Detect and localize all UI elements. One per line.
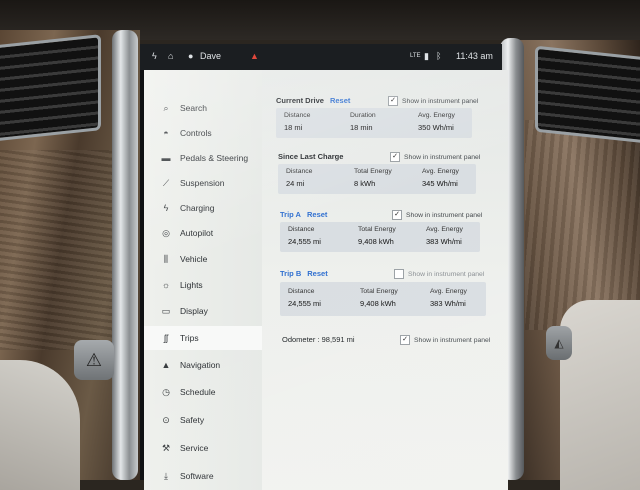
checkbox-checked-icon: ✓ [390, 152, 400, 162]
trip-b-card: Distance 24,555 mi Total Energy 9,408 kWh … [280, 282, 486, 316]
since-last-charge-show-checkbox[interactable]: ✓ Show in instrument panel [390, 152, 480, 162]
trips-content: Current Drive Reset ✓ Show in instrument p… [262, 70, 508, 490]
sidebar-item-autopilot[interactable]: ◎ Autopilot [144, 221, 262, 245]
car-icon: ▬ [161, 153, 171, 163]
stat-cell: Avg. Energy 350 Wh/mi [418, 112, 455, 132]
trip-a-title: Trip A Reset [280, 210, 328, 219]
touchscreen: ϟ ⌂ ● Dave ▲ LTE ▮ ᛒ 11:43 am ⌕ Search ◓ C… [140, 44, 508, 490]
sidebar-item-lights[interactable]: ☼ Lights [144, 273, 262, 297]
stat-cell: Avg. Energy 383 Wh/mi [426, 226, 463, 246]
stat-cell: Avg. Energy 345 Wh/mi [422, 168, 459, 188]
air-vent-right [535, 45, 640, 145]
search-icon: ⌕ [163, 102, 169, 113]
user-icon: ● [188, 51, 194, 61]
trip-a-reset-button[interactable]: Reset [307, 210, 327, 219]
stat-cell: Duration 18 min [350, 112, 376, 132]
stat-cell: Avg. Energy 383 Wh/mi [430, 288, 467, 308]
clock-icon: ◷ [162, 386, 170, 397]
warning-icon[interactable]: ▲ [250, 51, 259, 61]
odometer-readout: Odometer : 98,591 mi [282, 335, 355, 344]
since-last-charge-title: Since Last Charge [278, 152, 344, 161]
stat-cell: Distance 24 mi [286, 168, 313, 188]
bolt-icon: ϟ [163, 203, 169, 213]
checkbox-checked-icon: ✓ [388, 96, 398, 106]
current-drive-reset-button[interactable]: Reset [330, 96, 350, 105]
sidebar-item-controls[interactable]: ◓ Controls [144, 121, 262, 145]
bluetooth-icon[interactable]: ᛒ [436, 51, 441, 61]
display-icon: ▭ [161, 305, 171, 316]
suspension-icon: ⟋ [162, 177, 170, 188]
since-last-charge-card: Distance 24 mi Total Energy 8 kWh Avg. Ene… [278, 164, 476, 194]
hazard-icon: ⚠ [85, 349, 103, 370]
current-drive-title: Current Drive Reset [276, 96, 351, 105]
chrome-bezel-left [112, 30, 138, 480]
sidebar-item-suspension[interactable]: ⟋ Suspension [144, 171, 262, 195]
glovebox-button[interactable]: ◭ [546, 326, 572, 360]
sidebar-item-display[interactable]: ▭ Display [144, 299, 262, 323]
home-icon[interactable]: ⌂ [168, 51, 173, 61]
checkbox-checked-icon: ✓ [400, 335, 410, 345]
bolt-icon[interactable]: ϟ [152, 51, 157, 61]
signal-label: LTE [410, 53, 421, 59]
stat-cell: Distance 18 mi [284, 112, 311, 132]
sun-icon: ☼ [161, 280, 171, 290]
sidebar-item-safety[interactable]: ⊙ Safety [144, 408, 262, 432]
sidebar-item-trips[interactable]: ʃʃ Trips [144, 326, 262, 350]
wrench-icon: ⚒ [161, 442, 171, 453]
trip-a-card: Distance 24,555 mi Total Energy 9,408 kWh … [280, 222, 480, 252]
profile-name[interactable]: Dave [200, 51, 221, 61]
status-bar: ϟ ⌂ ● Dave ▲ LTE ▮ ᛒ 11:43 am [140, 44, 502, 70]
sliders-icon: ⫼ [163, 253, 169, 264]
sidebar-item-charging[interactable]: ϟ Charging [144, 196, 262, 220]
stat-cell: Total Energy 9,408 kWh [360, 288, 398, 308]
stat-cell: Total Energy 9,408 kWh [358, 226, 396, 246]
air-vent-left [0, 34, 101, 142]
steering-wheel-icon: ◎ [162, 227, 170, 238]
signal-icon: ▮ [424, 51, 429, 61]
sidebar-item-pedals-steering[interactable]: ▬ Pedals & Steering [144, 146, 262, 170]
trip-b-title: Trip B Reset [280, 269, 328, 278]
stat-cell: Distance 24,555 mi [288, 226, 321, 246]
trip-b-show-checkbox[interactable]: Show in instrument panel [394, 269, 484, 279]
wood-grain-right [525, 120, 640, 330]
shield-icon: ⊙ [162, 414, 170, 425]
sidebar-item-navigation[interactable]: ▲ Navigation [144, 353, 262, 377]
wood-grain-left [0, 150, 130, 350]
trip-a-show-checkbox[interactable]: ✓ Show in instrument panel [392, 210, 482, 220]
car-icon: ◓ [163, 128, 169, 138]
checkbox-checked-icon: ✓ [392, 210, 402, 220]
sidebar-item-schedule[interactable]: ◷ Schedule [144, 380, 262, 404]
stat-cell: Distance 24,555 mi [288, 288, 321, 308]
seat-right [560, 300, 640, 490]
settings-panel: ⌕ Search ◓ Controls ▬ Pedals & Steering ⟋ Su… [144, 70, 508, 490]
stat-cell: Total Energy 8 kWh [354, 168, 392, 188]
glovebox-icon: ◭ [554, 336, 564, 350]
sidebar-item-software[interactable]: ⤓ Software [144, 464, 262, 488]
hazard-button[interactable]: ⚠ [74, 340, 114, 380]
sidebar-item-service[interactable]: ⚒ Service [144, 436, 262, 460]
odometer-show-checkbox[interactable]: ✓ Show in instrument panel [400, 335, 490, 345]
clock-time: 11:43 am [456, 51, 493, 61]
sidebar-item-search[interactable]: ⌕ Search [144, 96, 262, 120]
current-drive-card: Distance 18 mi Duration 18 min Avg. Energy… [276, 108, 472, 138]
navigation-icon: ▲ [161, 360, 171, 370]
trip-b-reset-button[interactable]: Reset [307, 269, 327, 278]
sidebar-item-vehicle[interactable]: ⫼ Vehicle [144, 247, 262, 271]
checkbox-unchecked-icon [394, 269, 404, 279]
current-drive-show-checkbox[interactable]: ✓ Show in instrument panel [388, 96, 478, 106]
trips-icon: ʃʃ [164, 333, 168, 343]
settings-sidebar: ⌕ Search ◓ Controls ▬ Pedals & Steering ⟋ Su… [144, 70, 262, 490]
